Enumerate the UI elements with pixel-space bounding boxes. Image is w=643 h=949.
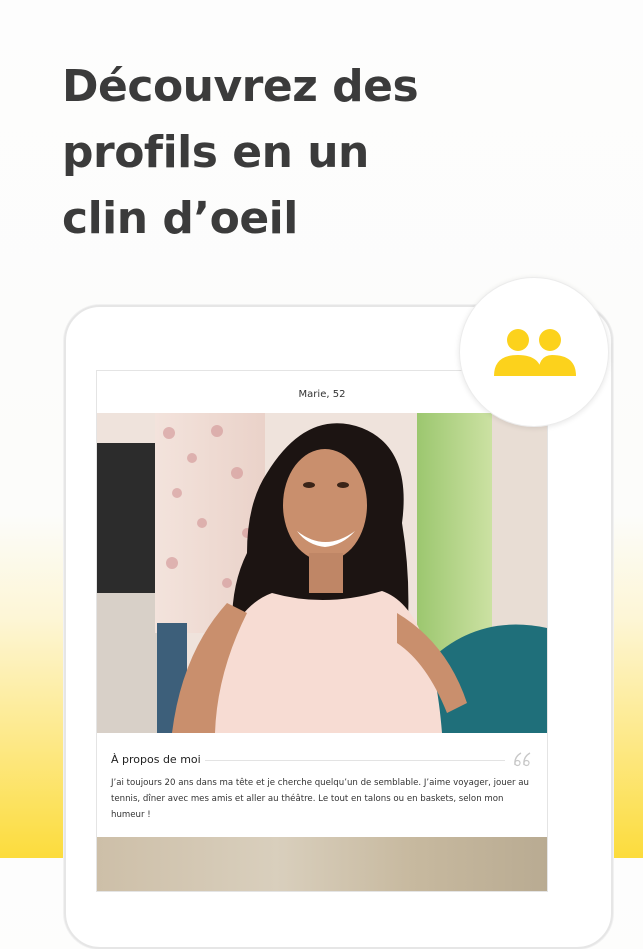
users-badge [459,277,609,427]
about-text: J’ai toujours 20 ans dans ma tête et je … [111,778,529,820]
about-divider [205,760,505,761]
profile-photo-illustration [97,413,547,733]
headline-line-2: profils en un [62,127,369,178]
headline-line-1: Découvrez des [62,61,419,112]
profile-photo[interactable] [97,413,547,733]
profile-screen: Marie, 52 À propos de moi J’ai toujours … [96,370,548,892]
headline: Découvrez des profils en un clin d’oeil [62,54,582,252]
users-icon [494,329,576,376]
headline-line-3: clin d’oeil [62,193,298,244]
about-section: À propos de moi J’ai toujours 20 ans dan… [97,733,547,837]
about-title: À propos de moi [111,753,201,766]
quote-icon [514,752,531,767]
next-photo-preview [97,837,547,891]
